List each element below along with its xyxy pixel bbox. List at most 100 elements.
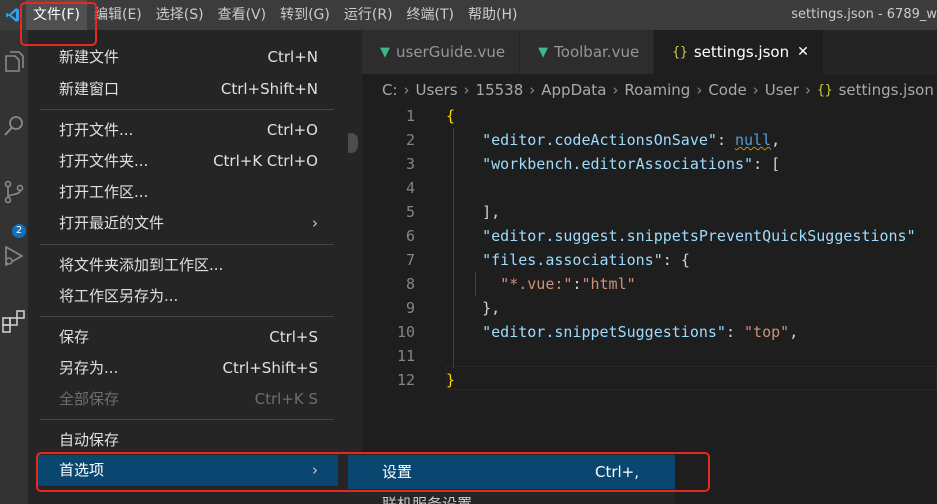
line-number: 11 [396,347,415,365]
chevron-right-icon: › [696,81,703,99]
close-icon[interactable]: ✕ [797,44,809,60]
breadcrumb-item[interactable]: Users [416,81,458,99]
menu-item-label: 打开工作区... [59,183,149,201]
chevron-right-icon: › [612,81,619,99]
menu-view[interactable]: 查看(V) [211,0,274,30]
menu-help[interactable]: 帮助(H) [461,0,524,30]
menu-item-label: 打开文件夹... [59,152,149,170]
source-control-icon[interactable] [0,172,28,212]
tab-label: Toolbar.vue [554,43,640,61]
menu-item-label: 将工作区另存为... [59,287,179,305]
menu-item-new-file[interactable]: 新建文件 Ctrl+N [38,42,338,73]
chevron-right-icon: › [403,81,410,99]
breadcrumb-item[interactable]: Code [708,81,746,99]
menu-separator [40,316,334,317]
code-line: 12} [362,368,937,392]
menu-item-open-workspace[interactable]: 打开工作区... [38,177,338,208]
menu-separator [40,244,334,245]
menu-item-new-window[interactable]: 新建窗口 Ctrl+Shift+N [38,74,338,105]
line-number: 1 [405,107,415,125]
menu-run[interactable]: 运行(R) [337,0,400,30]
tab-settings-json[interactable]: {} settings.json ✕ [654,30,824,74]
menu-item-open-recent[interactable]: 打开最近的文件 › [38,208,338,239]
editor-tabs: ▼ userGuide.vue ▼ Toolbar.vue {} setting… [362,30,937,74]
extensions-icon[interactable] [0,302,28,342]
tab-toolbar[interactable]: ▼ Toolbar.vue [520,30,655,74]
menu-separator [40,419,334,420]
menu-terminal[interactable]: 终端(T) [400,0,461,30]
line-number: 2 [405,131,415,149]
menu-item-shortcut: Ctrl+Shift+S [222,359,318,377]
code-line: 10 "editor.snippetSuggestions": "top", [362,320,937,344]
explorer-icon[interactable] [0,42,28,82]
line-number: 5 [405,203,415,221]
file-menu-dropdown: 新建文件 Ctrl+N 新建窗口 Ctrl+Shift+N 打开文件... Ctrl+… [28,30,348,504]
menu-item-label: 新建文件 [59,48,120,66]
menu-item-label: 打开文件... [59,121,134,139]
run-debug-icon[interactable] [0,236,28,276]
menu-item-label: 将文件夹添加到工作区... [59,256,224,274]
line-number: 6 [405,227,415,245]
annotation-box-preferences-settings [36,452,710,492]
menu-item-save-all: 全部保存 Ctrl+K S [38,384,338,415]
breadcrumb-item[interactable]: settings.json [839,81,934,99]
breadcrumb-item[interactable]: Roaming [624,81,690,99]
code-line: 3 "workbench.editorAssociations": [ [362,152,937,176]
line-number: 12 [396,371,415,389]
tab-label: settings.json [693,43,790,61]
breadcrumb-item[interactable]: AppData [541,81,606,99]
code-line: 8 "*.vue:":"html" [362,272,937,296]
menu-item-save-workspace-as[interactable]: 将工作区另存为... [38,281,338,312]
menu-item-add-folder-to-workspace[interactable]: 将文件夹添加到工作区... [38,250,338,281]
tab-userguide[interactable]: ▼ userGuide.vue [362,30,521,74]
sidebar-edge [348,30,362,504]
code-editor[interactable]: 1{ 2 "editor.codeActionsOnSave": null, 3… [362,104,937,504]
code-line: 6 "editor.suggest.snippetsPreventQuickSu… [362,224,937,248]
menu-item-open-file[interactable]: 打开文件... Ctrl+O [38,115,338,146]
menu-item-shortcut: Ctrl+Shift+N [220,80,318,98]
menu-item-save[interactable]: 保存 Ctrl+S [38,322,338,353]
menu-item-save-as[interactable]: 另存为... Ctrl+Shift+S [38,353,338,384]
chevron-right-icon: › [529,81,536,99]
menu-item-label: 另存为... [59,359,119,377]
line-number: 8 [405,275,415,293]
breadcrumb-item[interactable]: 15538 [476,81,524,99]
json-file-icon: {} [816,82,833,98]
code-line: 7 "files.associations": { [362,248,937,272]
code-line: 9 }, [362,296,937,320]
menu-item-shortcut: Ctrl+N [267,48,318,66]
menu-go[interactable]: 转到(G) [273,0,337,30]
chevron-right-icon: › [463,81,470,99]
menu-bar: 文件(F) 编辑(E) 选择(S) 查看(V) 转到(G) 运行(R) 终端(T… [26,0,524,30]
chevron-right-icon: › [752,81,759,99]
tab-label: userGuide.vue [396,43,506,61]
search-icon[interactable] [0,106,28,146]
line-number: 3 [405,155,415,173]
annotation-box-file-menu [20,2,97,46]
menu-item-open-folder[interactable]: 打开文件夹... Ctrl+K Ctrl+O [38,146,338,177]
code-line: 4 [362,176,937,200]
menu-item-shortcut: Ctrl+K Ctrl+O [213,152,318,170]
code-line: 5 ], [362,200,937,224]
line-number: 9 [405,299,415,317]
menu-item-shortcut: Ctrl+O [266,121,318,139]
line-number: 4 [405,179,415,197]
menu-selection[interactable]: 选择(S) [149,0,211,30]
vue-file-icon: ▼ [380,44,390,60]
menu-item-label: 新建窗口 [59,80,120,98]
menu-item-shortcut: Ctrl+K S [254,390,318,408]
vue-file-icon: ▼ [538,44,549,60]
breadcrumb-item[interactable]: C: [382,81,398,99]
code-line: 11 [362,344,937,368]
json-file-icon: {} [672,44,688,60]
activity-bar: 2 [0,30,28,504]
menu-item-shortcut: Ctrl+S [269,328,318,346]
menu-item-label: 全部保存 [59,390,120,408]
chevron-right-icon: › [312,214,318,232]
line-number: 7 [405,251,415,269]
chevron-right-icon: › [804,81,811,99]
breadcrumb-item[interactable]: User [765,81,799,99]
breadcrumb: C: › Users › 15538 › AppData › Roaming ›… [362,74,937,106]
menu-separator [40,109,334,110]
line-number: 10 [396,323,415,341]
